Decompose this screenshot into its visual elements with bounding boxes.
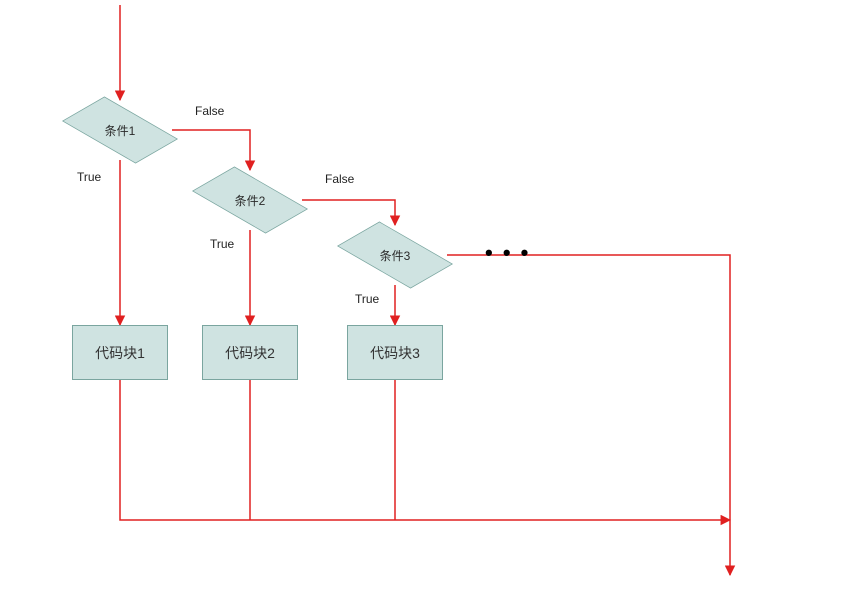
edge-label-c3-true: True — [355, 292, 379, 306]
decision-condition-2: 条件2 — [198, 170, 302, 230]
decision-condition-1: 条件1 — [68, 100, 172, 160]
process-block-3-label: 代码块3 — [370, 343, 420, 363]
decision-condition-3: 条件3 — [343, 225, 447, 285]
process-block-3: 代码块3 — [347, 325, 443, 380]
process-block-2-label: 代码块2 — [225, 343, 275, 363]
edge-label-c1-false: False — [195, 104, 224, 118]
decision-condition-1-label: 条件1 — [105, 122, 136, 139]
process-block-2: 代码块2 — [202, 325, 298, 380]
decision-condition-3-label: 条件3 — [380, 247, 411, 264]
decision-condition-2-label: 条件2 — [235, 192, 266, 209]
edges-layer — [0, 0, 861, 608]
process-block-1: 代码块1 — [72, 325, 168, 380]
process-block-1-label: 代码块1 — [95, 343, 145, 363]
ellipsis-icon: • • • — [485, 240, 530, 266]
edge-label-c2-false: False — [325, 172, 354, 186]
ellipsis-label: • • • — [485, 240, 530, 265]
edge-label-c2-true: True — [210, 237, 234, 251]
flowchart-canvas: 条件1 条件2 条件3 代码块1 代码块2 代码块3 • • • True Fa… — [0, 0, 861, 608]
edge-label-c1-true: True — [77, 170, 101, 184]
